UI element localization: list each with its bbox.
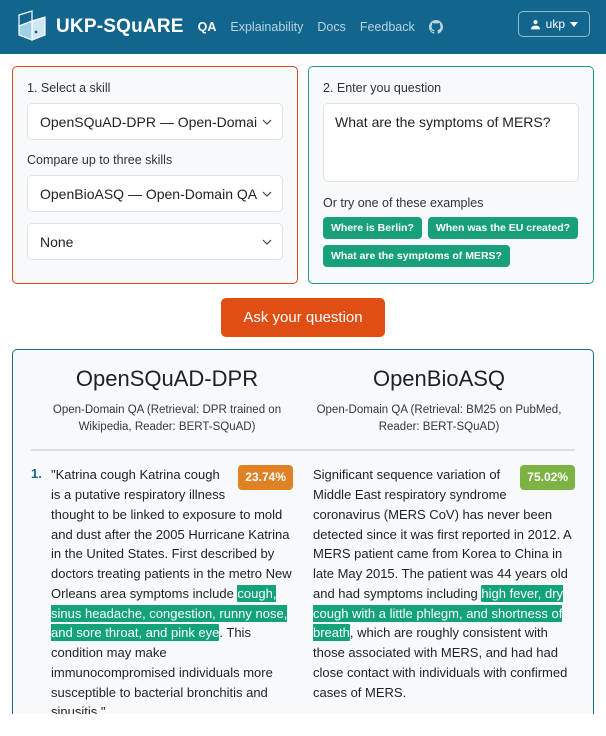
chevron-down-icon (262, 191, 272, 197)
answer-content-right: Significant sequence variation of Middle… (313, 467, 571, 700)
brand[interactable]: UKP-SQuARE (16, 10, 184, 44)
nav-links: QA Explainability Docs Feedback (198, 20, 443, 34)
question-panel-title: 2. Enter you question (323, 81, 442, 95)
cube-logo-icon (18, 10, 46, 41)
primary-skill-select[interactable]: OpenSQuAD-DPR — Open-Domain QA (27, 103, 283, 140)
navbar: UKP-SQuARE QA Explainability Docs Feedba… (0, 0, 606, 54)
answers-row: 1. 23.74% "Katrina cough Katrina cough i… (31, 451, 575, 714)
result-title-left: OpenSQuAD-DPR (75, 366, 259, 391)
question-panel: 2. Enter you question Or try one of thes… (308, 66, 594, 284)
result-column-header-left: OpenSQuAD-DPR Open-Domain QA (Retrieval:… (31, 366, 303, 435)
answer-score-left: 23.74% (238, 465, 293, 490)
results-panel: OpenSQuAD-DPR Open-Domain QA (Retrieval:… (12, 349, 594, 714)
compare-skill-select-2[interactable]: None (27, 223, 283, 260)
select-spacer (27, 212, 283, 223)
chevron-down-icon (262, 119, 272, 125)
brand-name: UKP-SQuARE (56, 16, 184, 37)
ask-question-button[interactable]: Ask your question (221, 298, 385, 337)
nav-link-explainability[interactable]: Explainability (230, 20, 303, 34)
skill-panel-title: 1. Select a skill (27, 81, 111, 95)
answer-content-left: "Katrina cough Katrina cough is a putati… (51, 467, 292, 714)
compare-skill-2-value: None (40, 233, 74, 250)
nav-link-qa[interactable]: QA (198, 20, 217, 34)
chevron-down-icon (262, 239, 272, 245)
user-menu-button[interactable]: ukp (517, 11, 590, 37)
result-column-header-right: OpenBioASQ Open-Domain QA (Retrieval: BM… (303, 366, 575, 435)
result-title-right: OpenBioASQ (372, 366, 506, 391)
results-header: OpenSQuAD-DPR Open-Domain QA (Retrieval:… (31, 366, 575, 435)
skill-selection-panel: 1. Select a skill OpenSQuAD-DPR — Open-D… (12, 66, 298, 284)
example-chip-berlin[interactable]: Where is Berlin? (323, 217, 422, 239)
example-chips: Where is Berlin? When was the EU created… (323, 217, 579, 267)
user-menu-label: ukp (545, 17, 565, 31)
top-panels: 1. Select a skill OpenSQuAD-DPR — Open-D… (0, 54, 606, 284)
primary-skill-value: OpenSQuAD-DPR — Open-Domain QA (40, 113, 258, 130)
caret-down-icon (570, 21, 578, 27)
examples-label: Or try one of these examples (323, 196, 484, 210)
github-icon[interactable] (428, 20, 443, 34)
answer-item-left: 1. 23.74% "Katrina cough Katrina cough i… (31, 465, 299, 714)
result-subtitle-right: Open-Domain QA (Retrieval: BM25 on PubMe… (316, 404, 562, 433)
answer-item-right: 75.02% Significant sequence variation of… (299, 465, 575, 714)
answer-rank-left: 1. (31, 466, 42, 482)
nav-link-docs[interactable]: Docs (317, 20, 345, 34)
result-subtitle-left: Open-Domain QA (Retrieval: DPR trained o… (52, 404, 282, 433)
user-icon (530, 19, 540, 29)
compare-skills-label: Compare up to three skills (27, 153, 173, 167)
answer-highlight: high fever, dry cough with a little phle… (313, 584, 564, 642)
answer-text-right: 75.02% Significant sequence variation of… (313, 465, 575, 714)
answer-text-left: 23.74% "Katrina cough Katrina cough is a… (51, 465, 293, 714)
example-chip-mers[interactable]: What are the symptoms of MERS? (323, 245, 510, 267)
compare-skill-select-1[interactable]: OpenBioASQ — Open-Domain QA (27, 175, 283, 212)
question-input[interactable] (323, 103, 579, 182)
answer-score-right: 75.02% (520, 465, 575, 490)
nav-link-feedback[interactable]: Feedback (360, 20, 415, 34)
compare-skill-1-value: OpenBioASQ — Open-Domain QA (40, 185, 258, 202)
example-chip-eu[interactable]: When was the EU created? (427, 217, 579, 239)
answer-highlight: cough, sinus headache, congestion, runny… (51, 584, 288, 642)
ask-button-row: Ask your question (0, 284, 606, 349)
